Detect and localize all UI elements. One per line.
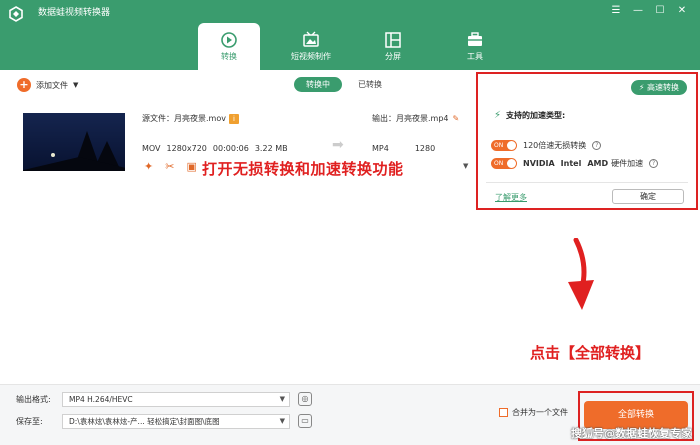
window-controls: ☰ — ☐ ✕ — [608, 4, 690, 18]
app-title: 数据蛙视频转换器 — [38, 8, 111, 18]
minimize-icon[interactable]: — — [630, 4, 646, 18]
status-segment: 转换中 已转换 — [294, 77, 382, 92]
tab-split-screen[interactable]: 分屏 — [362, 23, 424, 70]
output-format: MP4 — [372, 144, 389, 153]
edit-tools: ✦ ✂ ▣ — [144, 160, 197, 173]
red-arrow-icon — [568, 238, 594, 310]
bolt-icon: ⚡ — [494, 110, 502, 121]
source-file: 源文件：月亮夜景.mov i — [142, 113, 239, 124]
caret-down-icon: ▼ — [279, 417, 285, 425]
high-speed-label: 高速转换 — [647, 83, 679, 92]
output-file: 输出：月亮夜景.mp4 ✎ — [372, 113, 459, 124]
scissors-icon[interactable]: ✂ — [165, 160, 174, 173]
arrow-right-icon: ➡ — [332, 137, 344, 153]
subtitle-icon[interactable]: ▣ — [186, 160, 196, 173]
source-size: 3.22 MB — [254, 144, 288, 153]
source-filename: 源文件：月亮夜景.mov — [142, 114, 226, 123]
caret-down-icon: ▼ — [279, 395, 285, 403]
annotation-enable-lossless: 打开无损转换和加速转换功能 — [202, 160, 404, 178]
source-format: MOV — [142, 144, 161, 153]
app-logo-icon — [9, 6, 23, 22]
annotation-click-convert-all: 点击【全部转换】 — [530, 344, 651, 362]
folder-icon[interactable]: ▭ — [298, 414, 312, 428]
tab-tools[interactable]: 工具 — [444, 23, 506, 70]
source-resolution: 1280x720 — [166, 144, 207, 153]
output-dropdown-caret-icon[interactable]: ▼ — [463, 162, 468, 170]
help-icon[interactable]: ? — [592, 141, 602, 150]
help-icon[interactable]: ? — [649, 159, 659, 168]
maximize-icon[interactable]: ☐ — [652, 4, 668, 18]
save-path-value: D:\袁林炫\袁林炫-产... 轻松搞定\封面图\底图 — [69, 417, 220, 426]
tab-converted[interactable]: 已转换 — [358, 79, 382, 90]
save-path-select[interactable]: D:\袁林炫\袁林炫-产... 轻松搞定\封面图\底图 ▼ — [62, 414, 290, 429]
title-bar: 数据蛙视频转换器 ☰ — ☐ ✕ 转换 短视频制作 分屏 工具 — [0, 0, 700, 70]
pencil-icon[interactable]: ✎ — [453, 114, 460, 123]
output-format-value: MP4 H.264/HEVC — [69, 395, 133, 404]
lossless-option: ON 120倍速无损转换 ? — [491, 140, 602, 151]
tab-split-screen-label: 分屏 — [385, 52, 401, 61]
plus-icon: + — [17, 78, 31, 92]
main-tabs: 转换 短视频制作 分屏 工具 — [198, 23, 526, 70]
output-format-label: 输出格式: — [16, 395, 51, 404]
source-meta: MOV 1280x720 00:00:06 3.22 MB — [142, 144, 288, 153]
merge-label: 合并为一个文件 — [512, 408, 568, 417]
amd-label: AMD — [587, 159, 609, 168]
video-thumbnail[interactable] — [23, 113, 125, 171]
output-filename: 输出：月亮夜景.mp4 — [372, 114, 449, 123]
tab-convert[interactable]: 转换 — [198, 23, 260, 70]
high-speed-button[interactable]: ⚡ 高速转换 — [630, 80, 687, 95]
merge-checkbox[interactable] — [499, 408, 508, 417]
caret-down-icon[interactable]: ▼ — [73, 81, 78, 89]
popup-title: ⚡ 支持的加速类型: — [494, 110, 565, 121]
intel-label: Intel — [560, 159, 582, 168]
acceleration-popup: ⚡ 高速转换 ⚡ 支持的加速类型: ON 120倍速无损转换 ? ON NVIDI… — [476, 72, 698, 210]
tab-converting[interactable]: 转换中 — [294, 77, 342, 92]
convert-icon — [221, 32, 237, 48]
bolt-icon: ⚡ — [638, 83, 645, 92]
tab-short-video-label: 短视频制作 — [291, 52, 331, 61]
save-to-label: 保存至: — [16, 417, 43, 426]
learn-more-link[interactable]: 了解更多 — [495, 192, 527, 203]
add-file-button[interactable]: + 添加文件 ▼ — [17, 78, 78, 92]
hardware-accel-option: ON NVIDIA Intel AMD 硬件加速 ? — [491, 158, 659, 169]
hardware-accel-toggle[interactable]: ON — [491, 158, 517, 169]
add-file-label: 添加文件 — [36, 80, 68, 90]
output-format-select[interactable]: MP4 H.264/HEVC ▼ — [62, 392, 290, 407]
popup-divider — [486, 182, 688, 183]
popup-title-text: 支持的加速类型: — [506, 111, 566, 120]
output-meta: MP4 1280 — [372, 144, 435, 153]
tab-tools-label: 工具 — [467, 52, 483, 61]
close-icon[interactable]: ✕ — [674, 4, 690, 18]
merge-option: 合并为一个文件 — [499, 407, 568, 418]
split-screen-icon — [385, 32, 401, 48]
watermark: 搜狐号@数据蛙恢复专家 — [571, 427, 692, 440]
lossless-label: 120倍速无损转换 — [523, 141, 587, 150]
info-icon[interactable]: i — [228, 113, 239, 124]
output-resolution: 1280 — [414, 144, 436, 153]
short-video-icon — [303, 31, 319, 47]
confirm-button[interactable]: 确定 — [612, 189, 684, 204]
toolbox-icon — [468, 32, 482, 46]
settings-icon[interactable]: ◎ — [298, 392, 312, 406]
menu-icon[interactable]: ☰ — [608, 4, 624, 18]
magic-wand-icon[interactable]: ✦ — [144, 160, 153, 173]
tab-short-video[interactable]: 短视频制作 — [280, 23, 342, 70]
convert-toolbar: + 添加文件 ▼ 转换中 已转换 — [8, 74, 478, 96]
tab-convert-label: 转换 — [221, 52, 237, 61]
nvidia-label: NVIDIA — [523, 159, 555, 168]
lossless-toggle[interactable]: ON — [491, 140, 517, 151]
tree-silhouette — [23, 157, 125, 171]
hardware-accel-label: 硬件加速 — [611, 159, 644, 168]
source-duration: 00:00:06 — [212, 144, 249, 153]
